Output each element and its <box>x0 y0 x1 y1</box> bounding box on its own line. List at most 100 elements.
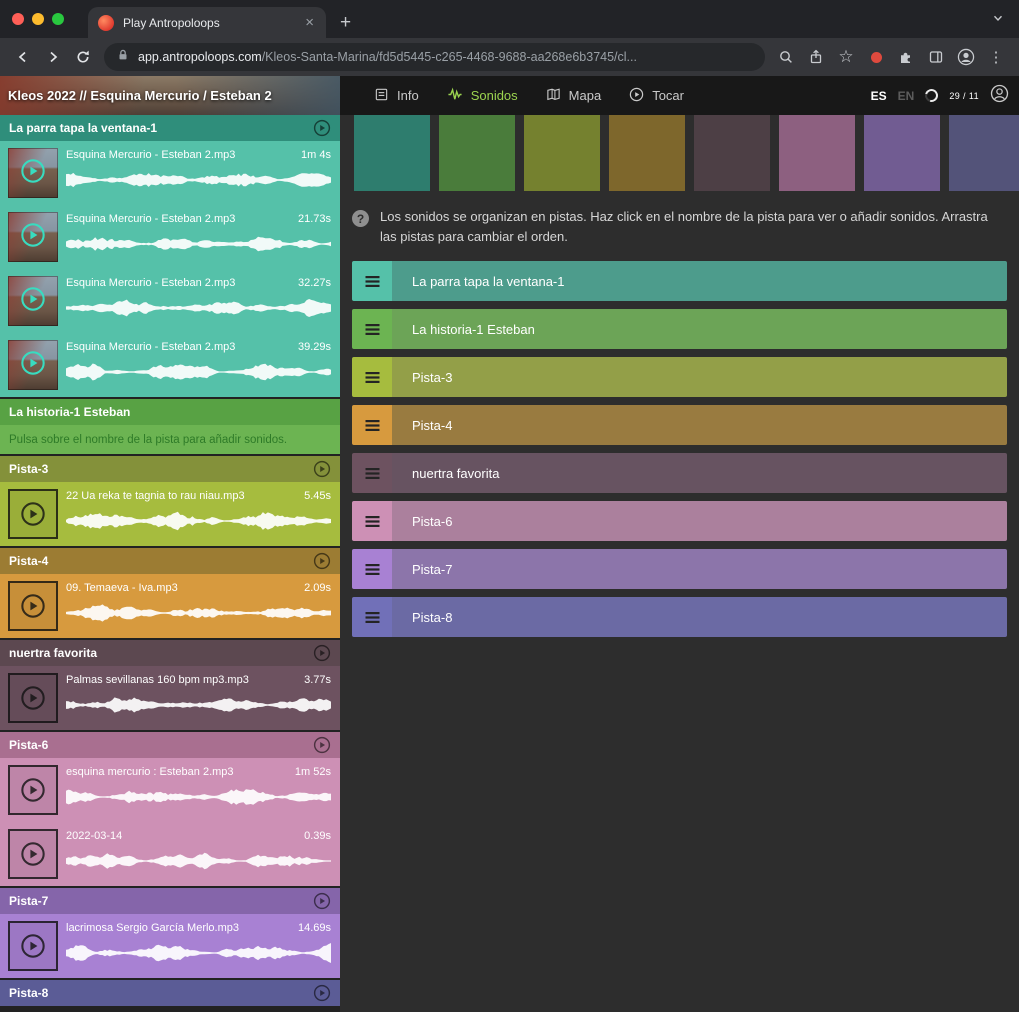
project-cover-photo: Kleos 2022 // Esquina Mercurio / Esteban… <box>0 76 340 115</box>
track-row-label[interactable]: Pista-6 <box>412 514 452 529</box>
reload-button[interactable] <box>68 42 98 72</box>
tab-search-chevron-icon[interactable] <box>991 11 1005 30</box>
track-row-label[interactable]: La parra tapa la ventana-1 <box>412 274 565 289</box>
track-color-swatch[interactable] <box>694 115 770 191</box>
track-row-label[interactable]: Pista-8 <box>412 610 452 625</box>
audio-clip[interactable]: Esquina Mercurio - Esteban 2.mp31m 4s <box>0 141 340 205</box>
track-color-swatch[interactable] <box>949 115 1019 191</box>
sidebar-track-header[interactable]: Pista-7 <box>0 888 340 914</box>
zoom-icon[interactable] <box>771 42 801 72</box>
track-play-button[interactable] <box>313 892 331 910</box>
window-controls[interactable] <box>0 13 78 38</box>
drag-handle-icon[interactable] <box>352 549 392 589</box>
close-window-button[interactable] <box>12 13 24 25</box>
clip-thumbnail[interactable] <box>8 276 58 326</box>
track-row[interactable]: nuertra favorita <box>352 453 1007 493</box>
audio-clip[interactable]: 09. Temaeva - Iva.mp32.09s <box>0 574 340 638</box>
new-tab-button[interactable]: + <box>340 13 351 32</box>
sidebar-track-header[interactable]: Pista-3 <box>0 456 340 482</box>
track-color-swatch[interactable] <box>524 115 600 191</box>
share-icon[interactable] <box>801 42 831 72</box>
track-color-swatch[interactable] <box>439 115 515 191</box>
track-row-label[interactable]: Pista-7 <box>412 562 452 577</box>
track-row[interactable]: La parra tapa la ventana-1 <box>352 261 1007 301</box>
drag-handle-icon[interactable] <box>352 597 392 637</box>
tab-info[interactable]: Info <box>360 76 433 115</box>
tab-mapa[interactable]: Mapa <box>532 76 616 115</box>
track-color-swatch[interactable] <box>609 115 685 191</box>
fullscreen-window-button[interactable] <box>52 13 64 25</box>
back-button[interactable] <box>8 42 38 72</box>
lock-icon[interactable] <box>116 48 130 67</box>
forward-button[interactable] <box>38 42 68 72</box>
audio-clip[interactable]: 22 Ua reka te tagnia to rau niau.mp35.45… <box>0 482 340 546</box>
track-play-button[interactable] <box>313 119 331 137</box>
track-color-swatch[interactable] <box>354 115 430 191</box>
track-row[interactable]: Pista-7 <box>352 549 1007 589</box>
track-color-swatch[interactable] <box>864 115 940 191</box>
track-row-label[interactable]: Pista-4 <box>412 418 452 433</box>
clip-play-button[interactable] <box>8 581 58 631</box>
track-row[interactable]: Pista-8 <box>352 597 1007 637</box>
track-row-label[interactable]: La historia-1 Esteban <box>412 322 535 337</box>
browser-tab[interactable]: Play Antropoloops × <box>88 7 326 38</box>
track-play-button[interactable] <box>313 984 331 1002</box>
track-row[interactable]: La historia-1 Esteban <box>352 309 1007 349</box>
drag-handle-icon[interactable] <box>352 405 392 445</box>
sidebar-track-section: Pista-7lacrimosa Sergio García Merlo.mp3… <box>0 888 340 978</box>
track-play-button[interactable] <box>313 552 331 570</box>
audio-clip[interactable]: Esquina Mercurio - Esteban 2.mp321.73s <box>0 205 340 269</box>
track-play-button[interactable] <box>313 460 331 478</box>
audio-clip[interactable]: Palmas sevillanas 160 bpm mp3.mp33.77s <box>0 666 340 730</box>
drag-handle-icon[interactable] <box>352 261 392 301</box>
minimize-window-button[interactable] <box>32 13 44 25</box>
lang-en-button[interactable]: EN <box>898 89 915 103</box>
track-play-button[interactable] <box>313 644 331 662</box>
track-row-label[interactable]: Pista-3 <box>412 370 452 385</box>
clip-thumbnail[interactable] <box>8 148 58 198</box>
clip-play-button[interactable] <box>8 765 58 815</box>
sidebar-track-header[interactable]: Pista-6 <box>0 732 340 758</box>
tab-tocar[interactable]: Tocar <box>615 76 698 115</box>
drag-handle-icon[interactable] <box>352 357 392 397</box>
clip-play-button[interactable] <box>8 489 58 539</box>
sidebar-track-header[interactable]: Pista-4 <box>0 548 340 574</box>
extensions-puzzle-icon[interactable] <box>891 42 921 72</box>
tab-close-icon[interactable]: × <box>303 14 316 31</box>
empty-track-hint: Pulsa sobre el nombre de la pista para a… <box>0 425 340 454</box>
browser-menu-kebab-icon[interactable]: ⋮ <box>981 42 1011 72</box>
track-play-button[interactable] <box>313 736 331 754</box>
sidebar-track-header[interactable]: Pista-8 <box>0 980 340 1006</box>
sidebar-track-header[interactable]: La parra tapa la ventana-1 <box>0 115 340 141</box>
drag-handle-icon[interactable] <box>352 309 392 349</box>
track-row[interactable]: Pista-3 <box>352 357 1007 397</box>
clip-play-button[interactable] <box>8 829 58 879</box>
track-row[interactable]: Pista-4 <box>352 405 1007 445</box>
clip-duration: 2.09s <box>304 582 331 594</box>
sidebar-track-header[interactable]: La historia-1 Esteban <box>0 399 340 425</box>
clip-play-button[interactable] <box>8 673 58 723</box>
side-panel-icon[interactable] <box>921 42 951 72</box>
tab-sonidos[interactable]: Sonidos <box>433 76 532 115</box>
drag-handle-icon[interactable] <box>352 501 392 541</box>
audio-clip[interactable]: lacrimosa Sergio García Merlo.mp314.69s <box>0 914 340 978</box>
drag-handle-icon[interactable] <box>352 453 392 493</box>
audio-clip[interactable]: Esquina Mercurio - Esteban 2.mp332.27s <box>0 269 340 333</box>
sidebar-track-header[interactable]: nuertra favorita <box>0 640 340 666</box>
clip-thumbnail[interactable] <box>8 212 58 262</box>
recording-indicator-icon[interactable] <box>861 42 891 72</box>
track-row-label[interactable]: nuertra favorita <box>412 466 499 481</box>
lang-es-button[interactable]: ES <box>871 89 887 103</box>
sidebar-track-list: La parra tapa la ventana-1Esquina Mercur… <box>0 115 340 1012</box>
address-bar[interactable]: app.antropoloops.com/Kleos-Santa-Marina/… <box>104 43 765 71</box>
audio-clip[interactable]: Esquina Mercurio - Esteban 2.mp339.29s <box>0 333 340 397</box>
clip-play-button[interactable] <box>8 921 58 971</box>
track-row[interactable]: Pista-6 <box>352 501 1007 541</box>
audio-clip[interactable]: 2022-03-140.39s <box>0 822 340 886</box>
browser-profile-avatar[interactable] <box>951 42 981 72</box>
bookmark-star-icon[interactable]: ☆ <box>831 42 861 72</box>
audio-clip[interactable]: esquina mercurio : Esteban 2.mp31m 52s <box>0 758 340 822</box>
account-icon[interactable] <box>990 84 1009 108</box>
clip-thumbnail[interactable] <box>8 340 58 390</box>
track-color-swatch[interactable] <box>779 115 855 191</box>
